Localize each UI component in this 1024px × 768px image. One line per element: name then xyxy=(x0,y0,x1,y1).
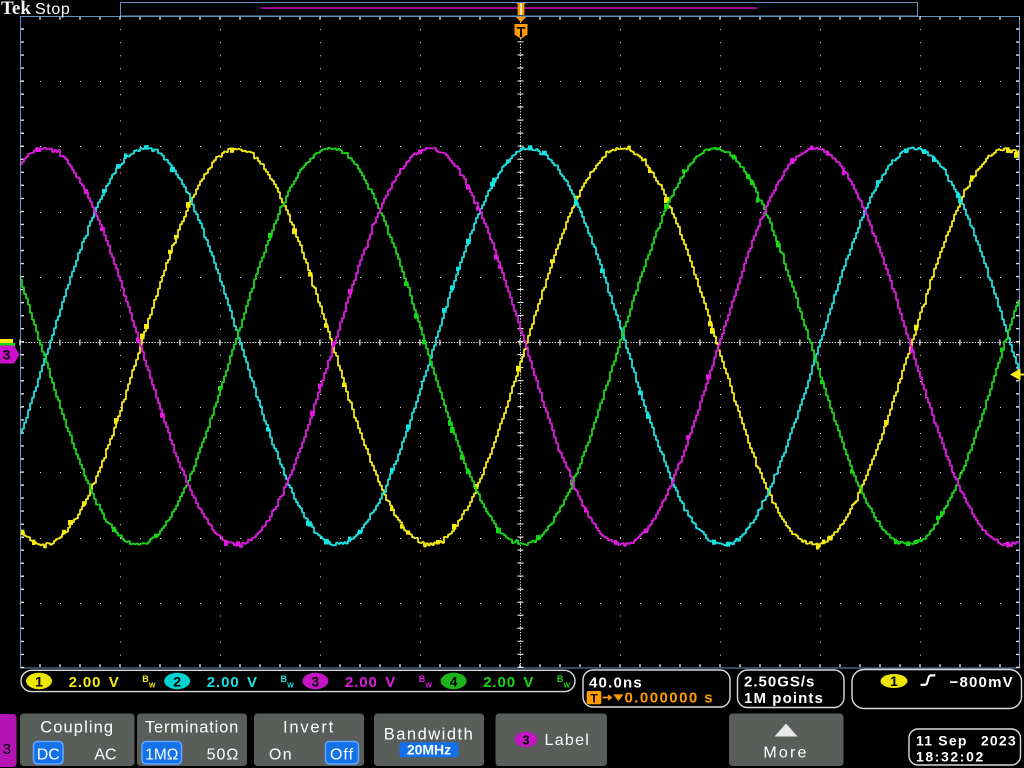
svg-text:DC: DC xyxy=(37,746,60,763)
svg-text:T: T xyxy=(517,25,526,41)
svg-text:Invert: Invert xyxy=(283,718,335,736)
svg-text:Tek: Tek xyxy=(1,0,31,19)
svg-text:1: 1 xyxy=(35,673,43,689)
svg-text:11 Sep 2023: 11 Sep 2023 xyxy=(916,733,1017,749)
svg-text:Label: Label xyxy=(545,732,591,749)
svg-text:W: W xyxy=(287,682,294,689)
svg-text:3: 3 xyxy=(3,347,11,363)
svg-text:3: 3 xyxy=(3,741,11,758)
svg-text:V: V xyxy=(523,674,533,691)
svg-text:0.000000 s: 0.000000 s xyxy=(625,690,715,707)
svg-text:2.00: 2.00 xyxy=(207,674,240,691)
svg-text:Stop: Stop xyxy=(35,1,70,18)
svg-text:2.50GS/s: 2.50GS/s xyxy=(744,674,815,691)
svg-text:1: 1 xyxy=(890,673,898,689)
svg-text:T: T xyxy=(590,691,598,705)
svg-text:V: V xyxy=(109,674,119,691)
svg-text:2.00: 2.00 xyxy=(345,674,378,691)
svg-text:20MHz: 20MHz xyxy=(407,742,451,758)
svg-text:2.00: 2.00 xyxy=(69,674,102,691)
svg-text:1M points: 1M points xyxy=(744,690,824,707)
svg-text:On: On xyxy=(269,746,293,763)
svg-text:3: 3 xyxy=(522,732,529,747)
svg-text:1MΩ: 1MΩ xyxy=(145,746,178,763)
svg-text:V: V xyxy=(385,674,395,691)
svg-text:More: More xyxy=(763,744,808,761)
svg-text:W: W xyxy=(425,682,432,689)
svg-text:4: 4 xyxy=(450,673,458,689)
svg-text:50Ω: 50Ω xyxy=(207,746,240,763)
svg-text:W: W xyxy=(564,682,571,689)
svg-text:Off: Off xyxy=(330,746,354,763)
svg-text:AC: AC xyxy=(94,746,116,763)
svg-text:−800mV: −800mV xyxy=(950,674,1014,691)
svg-text:2.00: 2.00 xyxy=(483,674,516,691)
svg-text:Bandwidth: Bandwidth xyxy=(384,725,475,743)
svg-text:3: 3 xyxy=(312,673,320,689)
svg-text:W: W xyxy=(149,682,156,689)
svg-text:Termination: Termination xyxy=(145,718,239,736)
svg-text:2: 2 xyxy=(173,673,181,689)
svg-text:Coupling: Coupling xyxy=(40,718,114,736)
svg-text:18:32:02: 18:32:02 xyxy=(916,748,985,764)
svg-text:V: V xyxy=(247,674,257,691)
